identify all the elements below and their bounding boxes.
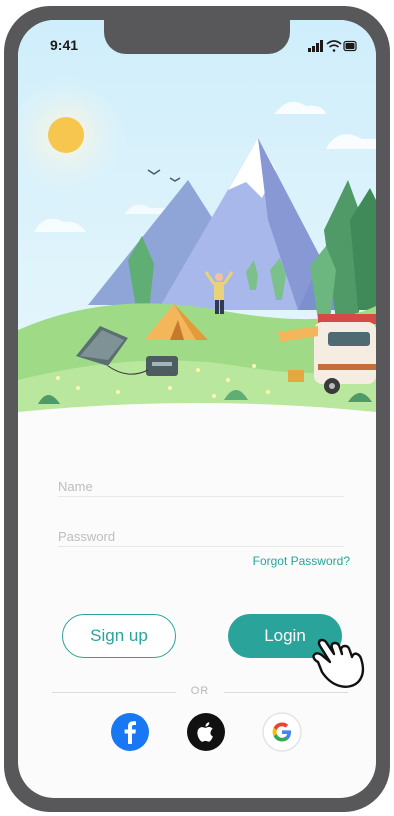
signup-button[interactable]: Sign up <box>62 614 176 658</box>
phone-notch <box>104 20 290 54</box>
app-screen: 9:41 Forgot Passw <box>18 20 376 798</box>
battery-icon <box>343 40 357 52</box>
forgot-password-link[interactable]: Forgot Password? <box>253 554 350 568</box>
divider-line-right <box>224 692 348 693</box>
phone-frame: 9:41 Forgot Passw <box>4 6 390 812</box>
password-input[interactable] <box>58 510 344 554</box>
signal-icon <box>308 40 323 52</box>
status-icons <box>308 39 358 57</box>
or-label: OR <box>190 685 210 697</box>
status-time: 9:41 <box>50 37 79 53</box>
camping-illustration <box>18 20 376 420</box>
wifi-icon <box>326 40 342 52</box>
or-divider: OR <box>52 684 348 700</box>
facebook-login-button[interactable] <box>110 712 150 752</box>
apple-login-button[interactable] <box>186 712 226 752</box>
hand-pointer-icon <box>312 638 365 688</box>
password-field[interactable] <box>58 510 344 554</box>
name-input[interactable] <box>58 460 344 504</box>
google-login-button[interactable] <box>262 712 302 752</box>
name-field[interactable] <box>58 460 344 504</box>
